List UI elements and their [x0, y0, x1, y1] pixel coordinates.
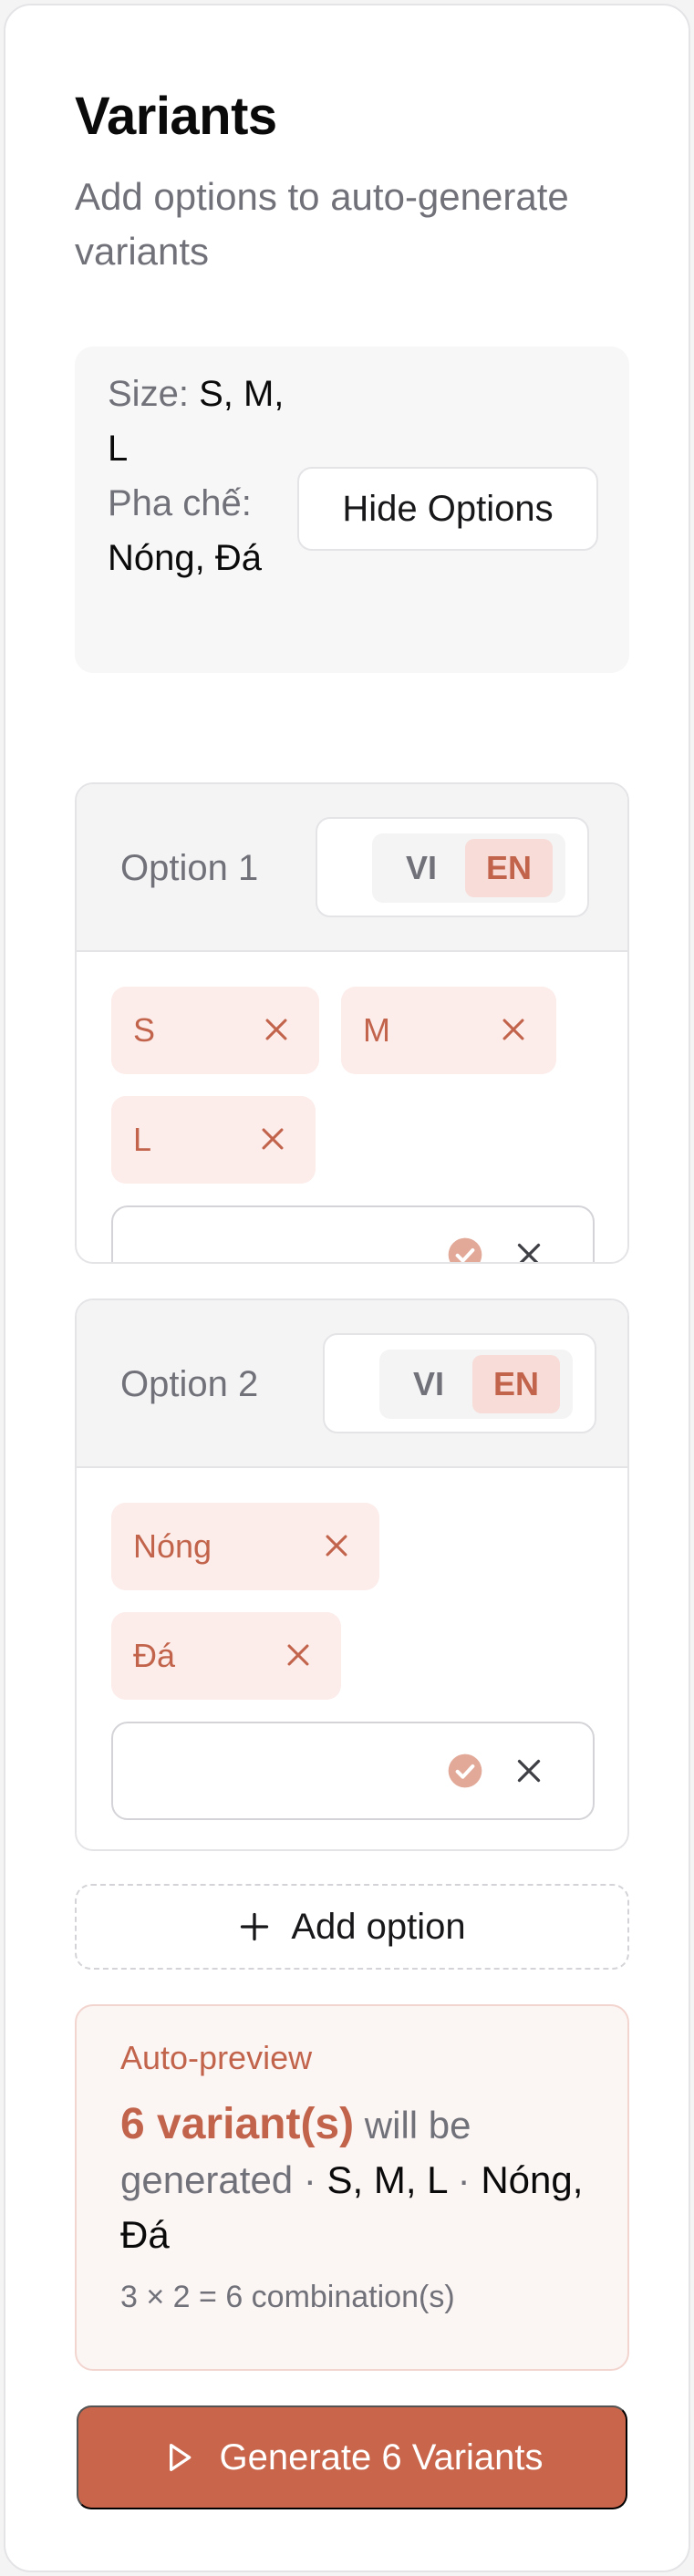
option-header: Option 2 VI EN [77, 1300, 627, 1468]
clear-input-icon[interactable] [513, 1754, 545, 1787]
options-summary: Size: S, M, L Pha chế: Nóng, Đá Hide Opt… [75, 347, 629, 673]
option-card-2: Option 2 VI EN Nóng Đá [75, 1298, 629, 1851]
hide-options-button[interactable]: Hide Options [297, 467, 598, 551]
option-card-1: Option 1 VI EN S M L [75, 782, 629, 1264]
generate-label: Generate 6 Variants [219, 2436, 544, 2478]
confirm-check-icon[interactable] [447, 1236, 483, 1264]
value-chip: L [111, 1096, 316, 1184]
chip-label: Nóng [133, 1527, 212, 1565]
confirm-check-icon[interactable] [447, 1753, 483, 1789]
summary-text: Size: S, M, L Pha chế: Nóng, Đá [108, 367, 290, 585]
preview-summary: 6 variant(s) will be generated · S, M, L… [120, 2097, 595, 2262]
remove-chip-icon[interactable] [498, 1014, 529, 1045]
add-option-button[interactable]: Add option [75, 1884, 629, 1970]
add-option-label: Add option [291, 1906, 466, 1947]
lang-vi-button[interactable]: VI [385, 1355, 472, 1413]
variants-panel: Variants Add options to auto-generate va… [4, 4, 690, 2572]
preview-separator: · [457, 2158, 471, 2201]
combination-calc: 3 × 2 = 6 combination(s) [120, 2280, 455, 2314]
value-chip: M [341, 987, 556, 1074]
new-value-input[interactable] [111, 1205, 595, 1264]
panel-title: Variants [75, 87, 277, 146]
lang-en-button[interactable]: EN [465, 839, 553, 897]
language-toggle-track: VI EN [372, 833, 565, 903]
chip-label: Đá [133, 1637, 176, 1674]
option-label: Option 2 [120, 1363, 259, 1404]
remove-chip-icon[interactable] [257, 1123, 288, 1154]
preview-label: Auto-preview [120, 2039, 313, 2076]
auto-preview-box: Auto-preview 6 variant(s) will be genera… [75, 2004, 629, 2371]
chip-label: L [133, 1121, 152, 1158]
option-label: Option 1 [120, 847, 259, 888]
remove-chip-icon[interactable] [261, 1014, 292, 1045]
language-toggle-track: VI EN [379, 1350, 573, 1419]
remove-chip-icon[interactable] [283, 1640, 314, 1671]
value-chip: Đá [111, 1612, 341, 1700]
language-toggle: VI EN [323, 1333, 596, 1433]
generate-variants-button[interactable]: Generate 6 Variants [77, 2405, 627, 2509]
phache-values: Nóng, Đá [108, 538, 262, 578]
value-chip: S [111, 987, 319, 1074]
panel-subtitle: Add options to auto-generate variants [75, 175, 569, 273]
clear-input-icon[interactable] [513, 1238, 545, 1264]
preview-sizes: S, M, L [326, 2158, 447, 2201]
option-header: Option 1 VI EN [77, 784, 627, 952]
language-toggle: VI EN [316, 817, 589, 917]
plus-icon [241, 1912, 269, 1941]
play-icon [170, 2444, 192, 2471]
chip-label: M [363, 1011, 390, 1049]
new-value-input[interactable] [111, 1722, 595, 1820]
phache-key: Pha chế: [108, 483, 252, 523]
size-key: Size: [108, 374, 189, 414]
chip-label: S [133, 1011, 156, 1049]
lang-en-button[interactable]: EN [472, 1355, 560, 1413]
lang-vi-button[interactable]: VI [378, 839, 465, 897]
variant-count: 6 variant(s) [120, 2100, 355, 2148]
remove-chip-icon[interactable] [321, 1530, 352, 1561]
value-chip: Nóng [111, 1503, 379, 1590]
